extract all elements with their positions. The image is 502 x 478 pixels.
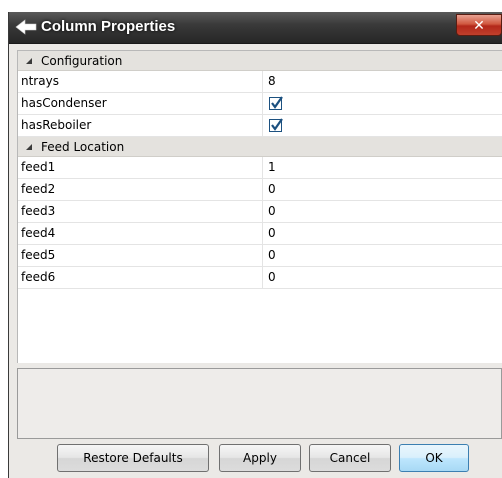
ok-label: OK (425, 451, 443, 465)
property-row-feed5[interactable]: feed5 0 (18, 245, 502, 267)
property-name: feed1 (18, 157, 263, 178)
property-value-input[interactable]: 0 (263, 267, 276, 288)
title-bar[interactable]: Column Properties ✕ (9, 12, 502, 44)
property-row-feed6[interactable]: feed6 0 (18, 267, 502, 289)
property-value-input[interactable]: 8 (263, 71, 276, 92)
close-icon: ✕ (473, 18, 485, 34)
checkmark-icon (271, 118, 283, 131)
has-condenser-checkbox[interactable] (269, 96, 283, 110)
property-value-input[interactable]: 0 (263, 245, 276, 266)
property-name: hasReboiler (18, 115, 263, 136)
property-name: feed4 (18, 223, 263, 244)
property-value-input[interactable]: 0 (263, 179, 276, 200)
cancel-button[interactable]: Cancel (309, 444, 391, 472)
ok-button[interactable]: OK (399, 444, 469, 472)
apply-button[interactable]: Apply (219, 444, 301, 472)
group-label: Feed Location (41, 139, 125, 154)
window-title: Column Properties (41, 18, 176, 35)
property-name: hasCondenser (18, 93, 263, 114)
collapse-triangle-icon[interactable] (25, 137, 39, 157)
property-row-feed3[interactable]: feed3 0 (18, 201, 502, 223)
has-reboiler-checkbox[interactable] (269, 118, 283, 132)
close-button[interactable]: ✕ (456, 14, 502, 36)
checkmark-icon (271, 96, 283, 109)
app-arrow-icon (15, 19, 37, 35)
group-header-feed-location[interactable]: Feed Location (18, 137, 502, 157)
group-header-configuration[interactable]: Configuration (18, 51, 502, 71)
property-name: feed5 (18, 245, 263, 266)
cancel-label: Cancel (329, 451, 371, 465)
property-name: feed2 (18, 179, 263, 200)
property-name: ntrays (18, 71, 263, 92)
property-value-input[interactable]: 1 (263, 157, 276, 178)
property-row-feed4[interactable]: feed4 0 (18, 223, 502, 245)
property-row-ntrays[interactable]: ntrays 8 (18, 71, 502, 93)
description-panel (17, 368, 502, 439)
collapse-triangle-icon[interactable] (25, 51, 39, 71)
property-row-hascondenser[interactable]: hasCondenser (18, 93, 502, 115)
restore-defaults-label: Restore Defaults (83, 451, 183, 465)
group-label: Configuration (41, 53, 123, 68)
apply-label: Apply (243, 451, 277, 465)
property-row-feed2[interactable]: feed2 0 (18, 179, 502, 201)
property-value-input[interactable]: 0 (263, 201, 276, 222)
property-value-input[interactable]: 0 (263, 223, 276, 244)
property-row-feed1[interactable]: feed1 1 (18, 157, 502, 179)
column-properties-dialog: Column Properties ✕ Configuration ntrays… (8, 12, 502, 478)
property-grid: Configuration ntrays 8 hasCondenser hasR… (17, 50, 502, 363)
property-name: feed6 (18, 267, 263, 288)
property-name: feed3 (18, 201, 263, 222)
restore-defaults-button[interactable]: Restore Defaults (57, 444, 209, 472)
property-row-hasreboiler[interactable]: hasReboiler (18, 115, 502, 137)
